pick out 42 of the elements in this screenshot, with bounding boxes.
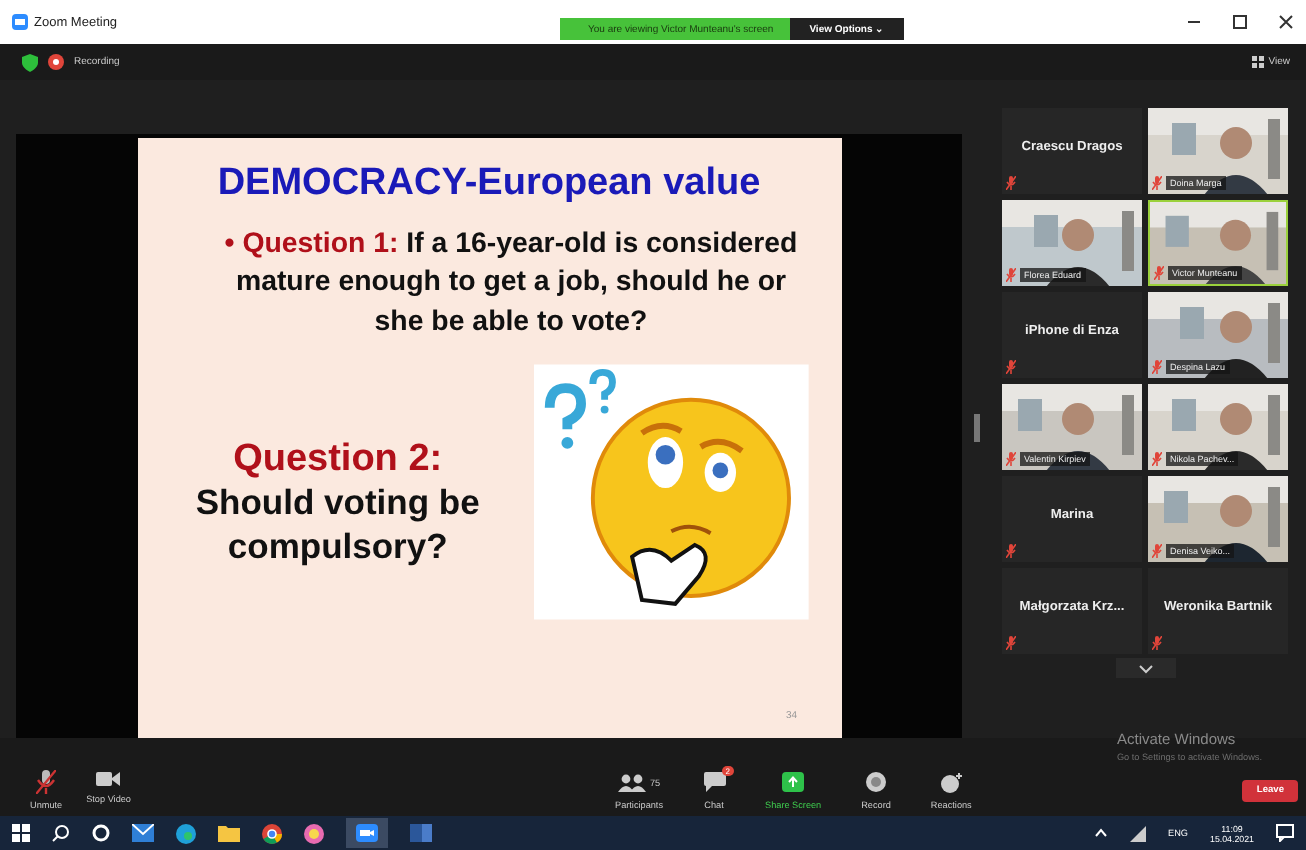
muted-mic-icon bbox=[1152, 636, 1162, 650]
chat-icon bbox=[703, 772, 726, 792]
network-icon[interactable] bbox=[1130, 825, 1147, 841]
muted-mic-icon bbox=[1006, 636, 1016, 650]
recording-icon bbox=[48, 54, 64, 70]
next-page-button[interactable] bbox=[1116, 658, 1176, 678]
slide-question: • Question 1: If a 16-year-old is considered mature enough to get a job, should he or she be able to vote? bbox=[222, 225, 800, 342]
chevron-down-icon bbox=[1138, 663, 1154, 673]
slide-title: DEMOCRACY-European value bbox=[215, 161, 763, 205]
muted-mic-icon bbox=[1152, 544, 1162, 558]
windows-start-icon[interactable] bbox=[12, 824, 30, 842]
question-heading: Question 2: bbox=[231, 438, 445, 483]
browser-icon[interactable] bbox=[176, 823, 196, 843]
muted-mic-icon bbox=[1006, 268, 1016, 282]
muted-mic-icon bbox=[1006, 452, 1016, 466]
grid-icon bbox=[1252, 56, 1265, 68]
mail-icon[interactable] bbox=[132, 824, 154, 842]
folder-icon[interactable] bbox=[218, 824, 240, 842]
chrome-icon[interactable] bbox=[262, 823, 282, 843]
share-screen-icon bbox=[782, 772, 805, 792]
muted-mic-icon bbox=[1006, 544, 1016, 558]
muted-mic-icon bbox=[1152, 176, 1162, 190]
record-icon bbox=[866, 772, 887, 792]
muted-mic-icon bbox=[36, 770, 57, 794]
zoom-logo-icon bbox=[12, 14, 28, 30]
people-icon bbox=[617, 773, 646, 791]
colorful-circle-icon[interactable] bbox=[304, 823, 324, 843]
muted-mic-icon bbox=[1152, 360, 1162, 374]
shield-icon[interactable] bbox=[22, 53, 38, 71]
close-icon[interactable] bbox=[1278, 14, 1294, 30]
question-text: Should voting be compulsory? bbox=[193, 482, 482, 571]
search-icon[interactable] bbox=[52, 824, 70, 842]
video-camera-icon[interactable] bbox=[356, 824, 378, 842]
chevron-up-icon[interactable] bbox=[1094, 828, 1109, 838]
video-camera-icon bbox=[96, 770, 121, 788]
muted-mic-icon bbox=[1154, 266, 1164, 280]
cortana-icon[interactable] bbox=[92, 824, 110, 842]
muted-mic-icon bbox=[1006, 176, 1016, 190]
muted-mic-icon bbox=[1006, 360, 1016, 374]
muted-mic-icon bbox=[1152, 452, 1162, 466]
notification-icon[interactable] bbox=[1276, 824, 1294, 842]
maximize-icon[interactable] bbox=[1232, 14, 1248, 30]
